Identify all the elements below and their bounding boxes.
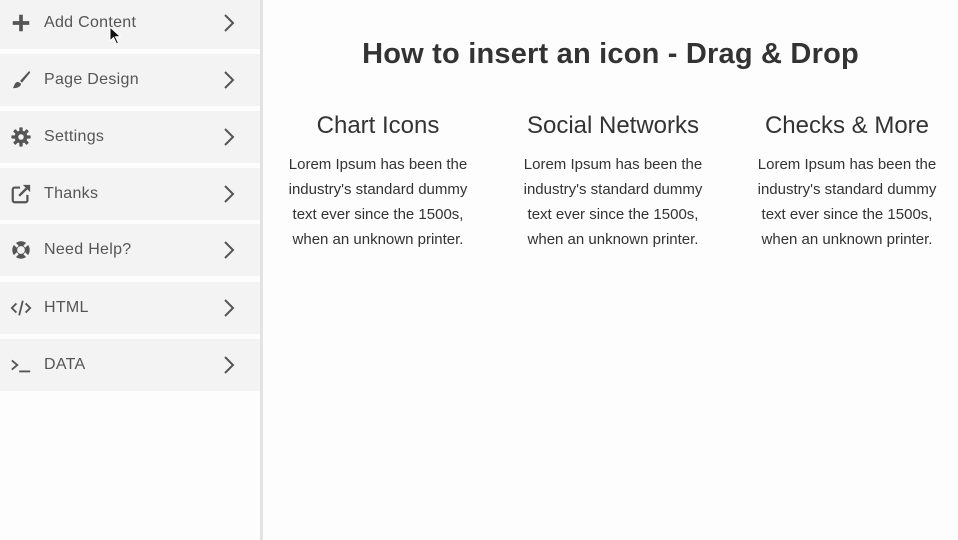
column-text: Lorem Ipsum has been the industry's stan… — [757, 156, 937, 248]
page-title: How to insert an icon - Drag & Drop — [362, 38, 859, 70]
sidebar: Add Content Page Design Settings Thanks … — [0, 0, 260, 540]
sidebar-item-need-help[interactable]: Need Help? — [0, 224, 260, 276]
content-column-chart-icons: Chart Icons Lorem Ipsum has been the ind… — [278, 110, 478, 252]
external-link-icon — [9, 182, 33, 206]
sidebar-item-html[interactable]: HTML — [0, 282, 260, 334]
sidebar-item-label: Need Help? — [44, 241, 132, 258]
chevron-right-icon — [219, 240, 239, 260]
chevron-right-icon — [219, 298, 239, 318]
column-text: Lorem Ipsum has been the industry's stan… — [523, 156, 703, 248]
sidebar-item-label: Settings — [44, 128, 105, 145]
chevron-right-icon — [219, 184, 239, 204]
mouse-cursor-icon — [109, 26, 122, 45]
app-window: Add Content Page Design Settings Thanks … — [0, 0, 958, 540]
gear-icon — [9, 125, 33, 149]
sidebar-item-data[interactable]: DATA — [0, 339, 260, 391]
sidebar-item-label: Page Design — [44, 71, 139, 88]
sidebar-item-label: Thanks — [44, 185, 99, 202]
brush-icon — [9, 68, 33, 92]
column-title: Social Networks — [526, 112, 700, 139]
content-column-social-networks: Social Networks Lorem Ipsum has been the… — [513, 110, 713, 252]
sidebar-item-label: HTML — [44, 299, 89, 316]
sidebar-item-page-design[interactable]: Page Design — [0, 54, 260, 106]
chevron-right-icon — [219, 70, 239, 90]
sidebar-item-label: DATA — [44, 356, 86, 373]
sidebar-item-thanks[interactable]: Thanks — [0, 168, 260, 220]
sidebar-item-add-content[interactable]: Add Content — [0, 0, 260, 49]
chevron-right-icon — [219, 355, 239, 375]
code-icon — [9, 296, 33, 320]
chevron-right-icon — [219, 13, 239, 33]
column-text: Lorem Ipsum has been the industry's stan… — [288, 156, 468, 248]
column-title: Chart Icons — [316, 112, 440, 139]
lifebuoy-icon — [9, 238, 33, 262]
main-content: How to insert an icon - Drag & Drop Char… — [263, 0, 958, 540]
chevron-right-icon — [219, 127, 239, 147]
plus-icon — [9, 11, 33, 35]
column-title: Checks & More — [764, 112, 930, 139]
content-column-checks-more: Checks & More Lorem Ipsum has been the i… — [747, 110, 947, 252]
sidebar-item-settings[interactable]: Settings — [0, 111, 260, 163]
terminal-icon — [9, 353, 33, 377]
